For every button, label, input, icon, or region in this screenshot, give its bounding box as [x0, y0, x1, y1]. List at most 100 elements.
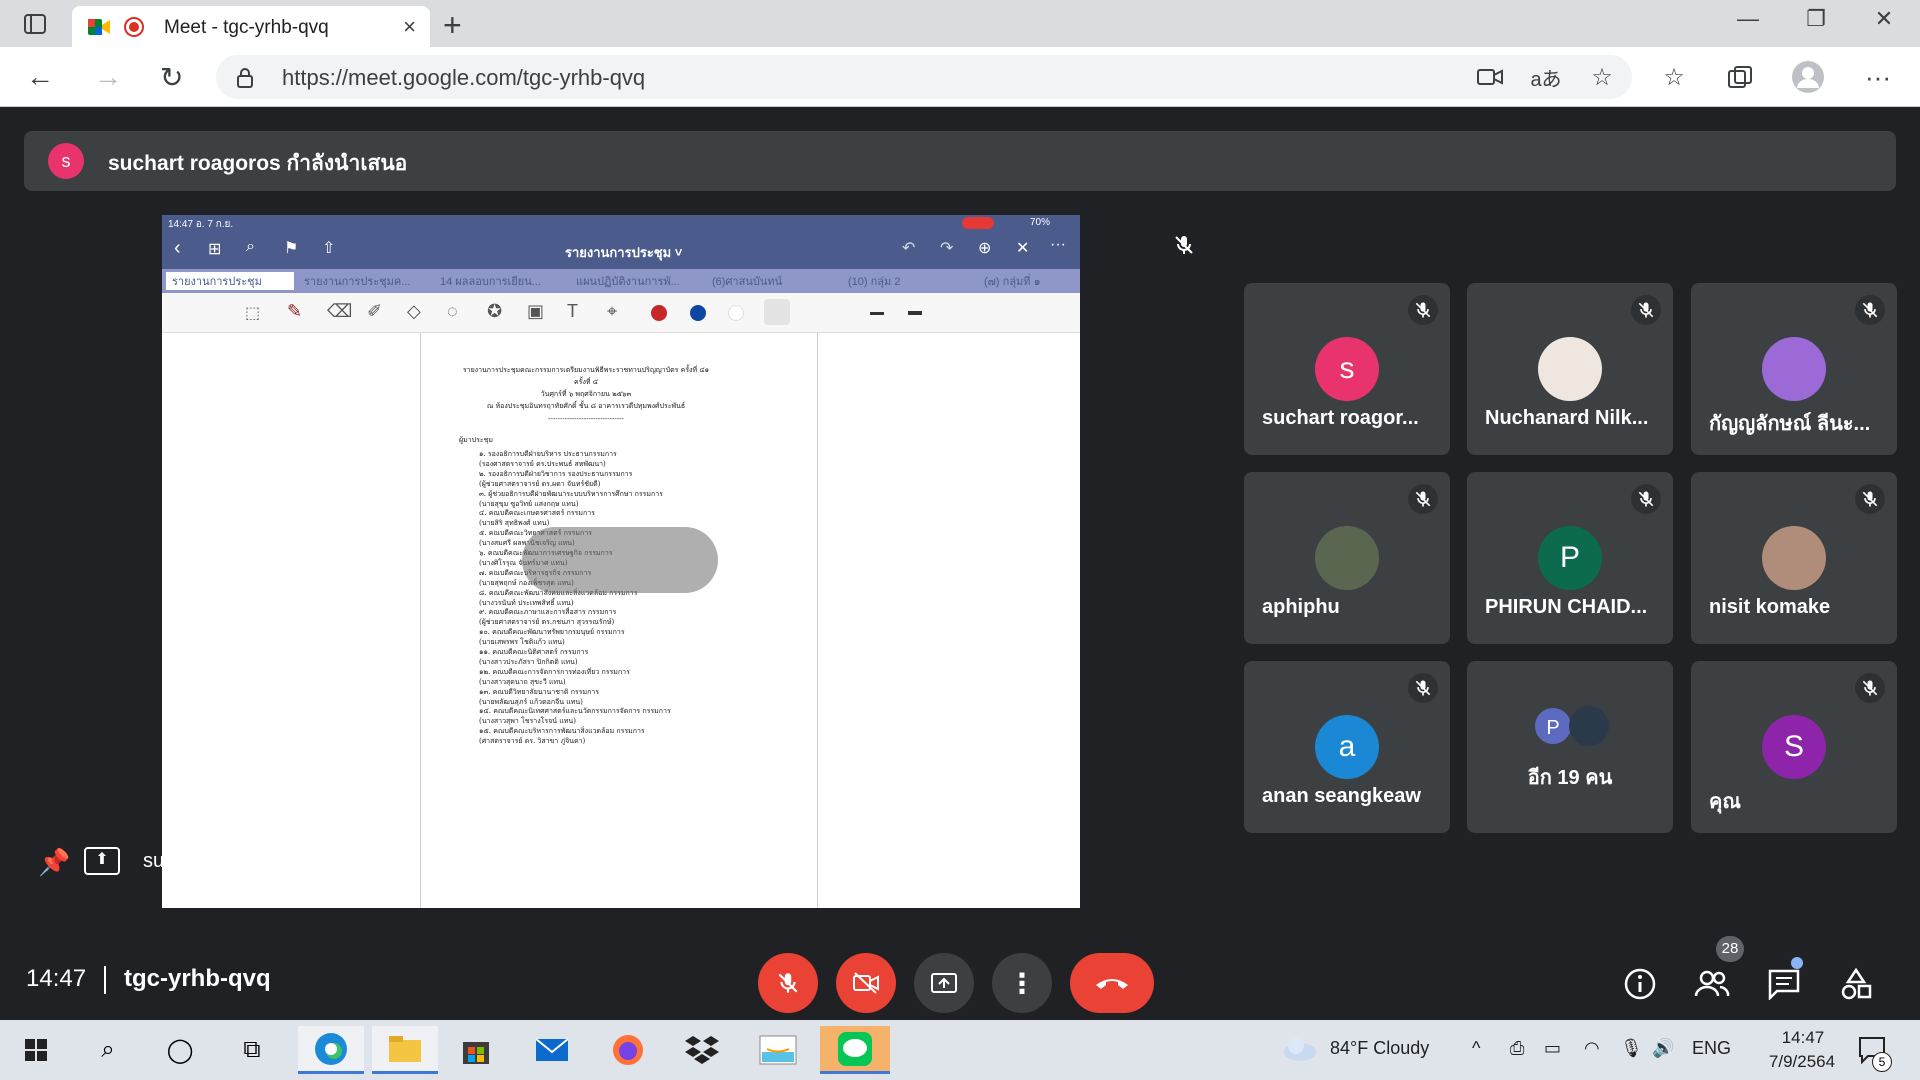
tool-select-icon[interactable]: ⬚: [245, 303, 260, 323]
participant-count-badge: 28: [1716, 936, 1744, 962]
translate-icon[interactable]: aあ: [1526, 57, 1566, 97]
minimize-icon[interactable]: —: [1728, 6, 1768, 32]
ipad-addpage-icon[interactable]: ⊕: [978, 238, 991, 258]
camera-toggle-button[interactable]: [836, 953, 896, 1013]
activities-icon[interactable]: [1832, 960, 1880, 1008]
color-white-swatch[interactable]: [728, 305, 744, 321]
window-close-icon[interactable]: ✕: [1864, 6, 1904, 32]
profile-avatar[interactable]: [1788, 57, 1828, 97]
participant-tile[interactable]: Nuchanard Nilk...: [1467, 283, 1673, 455]
amazon-icon[interactable]: [748, 1026, 808, 1074]
browser-tab-meet[interactable]: Meet - tgc-yrhb-qvq ×: [72, 6, 430, 47]
meet-now-icon[interactable]: ⎙: [1510, 1038, 1524, 1059]
line-app-icon[interactable]: [820, 1026, 890, 1074]
store-icon[interactable]: [446, 1026, 506, 1074]
add-favorite-icon[interactable]: ☆: [1582, 57, 1622, 97]
task-view-icon[interactable]: ⧉: [222, 1026, 282, 1074]
ipad-search-icon[interactable]: ⌕: [246, 238, 255, 256]
ipad-redo-icon[interactable]: ↷: [940, 238, 953, 258]
start-icon[interactable]: [6, 1026, 66, 1074]
new-tab-button[interactable]: +: [443, 7, 462, 44]
color-red-swatch[interactable]: [651, 305, 667, 321]
more-options-button[interactable]: ⋮: [992, 953, 1052, 1013]
reload-icon[interactable]: ↻: [160, 61, 183, 94]
cortana-icon[interactable]: ◯: [150, 1026, 210, 1074]
participant-tile[interactable]: P PHIRUN CHAID...: [1467, 472, 1673, 644]
ipad-back-icon[interactable]: ‹: [174, 237, 181, 260]
close-tab-icon[interactable]: ×: [403, 14, 416, 40]
text-tool-icon[interactable]: T: [567, 301, 578, 322]
stroke-medium[interactable]: [870, 312, 884, 315]
language-indicator[interactable]: ENG: [1692, 1038, 1731, 1059]
participant-tile[interactable]: S คุณ: [1691, 661, 1897, 833]
eraser-icon[interactable]: ⌫: [327, 301, 352, 322]
back-icon[interactable]: ←: [26, 61, 54, 93]
search-icon[interactable]: ⌕: [78, 1026, 138, 1074]
ipad-doc-title[interactable]: รายงานการประชุม ˅: [565, 242, 682, 263]
battery-icon[interactable]: ▭: [1544, 1038, 1561, 1059]
ipad-tab[interactable]: (๗) กลุ่มที่ ๑: [984, 272, 1076, 290]
ipad-close-icon[interactable]: ✕: [1016, 238, 1029, 258]
tray-overflow-icon[interactable]: ^: [1472, 1038, 1480, 1059]
wifi-icon[interactable]: ◠: [1584, 1038, 1600, 1059]
mail-icon[interactable]: [522, 1026, 582, 1074]
tab-actions-button[interactable]: [18, 11, 52, 37]
ipad-undo-icon[interactable]: ↶: [902, 238, 915, 258]
more-menu-icon[interactable]: ···: [1858, 57, 1898, 97]
participant-tile[interactable]: aphiphu: [1244, 472, 1450, 644]
image-tool-icon[interactable]: ▣: [527, 301, 544, 322]
url-input[interactable]: https://meet.google.com/tgc-yrhb-qvq aあ …: [216, 55, 1632, 99]
camera-in-use-icon[interactable]: [1470, 57, 1510, 97]
participant-avatar: P: [1538, 526, 1602, 590]
weather-text[interactable]: 84°F Cloudy: [1330, 1038, 1429, 1059]
shape-tool-icon[interactable]: ◇: [407, 301, 421, 322]
favorites-icon[interactable]: ☆: [1654, 57, 1694, 97]
stroke-thick[interactable]: [908, 311, 922, 315]
ipad-tab[interactable]: แผนปฏิบัติงานการพั...: [576, 272, 702, 290]
participant-tile[interactable]: a anan seangkeaw: [1244, 661, 1450, 833]
volume-icon[interactable]: 🔊: [1652, 1038, 1674, 1059]
ipad-bookmark-icon[interactable]: ⚑: [284, 238, 298, 258]
edge-icon[interactable]: [298, 1026, 364, 1074]
participant-tile[interactable]: s suchart roagor...: [1244, 283, 1450, 455]
pin-icon[interactable]: 📌: [38, 847, 70, 878]
forward-icon[interactable]: →: [94, 61, 122, 93]
participant-name: คุณ: [1709, 791, 1741, 813]
leave-call-button[interactable]: [1070, 953, 1154, 1013]
ipad-tab[interactable]: รายงานการประชุม: [166, 272, 294, 290]
highlighter-icon[interactable]: ✐: [367, 301, 382, 322]
laser-icon[interactable]: ⌖: [607, 301, 617, 322]
weather-cloud-icon[interactable]: [1282, 1036, 1318, 1067]
pen-tool-icon[interactable]: ✎: [287, 301, 302, 322]
mic-toggle-button[interactable]: [758, 953, 818, 1013]
ipad-tab[interactable]: รายงานการประชุมค...: [304, 272, 430, 290]
lasso-icon[interactable]: ◌: [447, 301, 458, 322]
ipad-grid-icon[interactable]: ⊞: [208, 239, 221, 259]
present-now-button[interactable]: [914, 953, 974, 1013]
ipad-tab[interactable]: 14 ผลลอบการเยียน...: [440, 272, 566, 290]
restore-icon[interactable]: ❐: [1796, 6, 1836, 32]
dropbox-icon[interactable]: [672, 1026, 732, 1074]
collections-icon[interactable]: [1720, 57, 1760, 97]
divider: [104, 966, 106, 994]
firefox-icon[interactable]: [598, 1026, 658, 1074]
participant-tile[interactable]: P อีก 19 คน: [1467, 661, 1673, 833]
color-blue-swatch[interactable]: [690, 305, 706, 321]
clock-time[interactable]: 14:47: [1768, 1028, 1838, 1048]
stroke-thin[interactable]: [764, 299, 790, 325]
participant-tile[interactable]: กัญญลักษณ์ ลีนะ...: [1691, 283, 1897, 455]
present-icon[interactable]: ⬆: [84, 847, 120, 875]
ipad-share-icon[interactable]: ⇧: [322, 238, 335, 258]
file-explorer-icon[interactable]: [372, 1026, 438, 1074]
ipad-tab[interactable]: (10) กลุ่ม 2: [848, 272, 974, 290]
meeting-details-icon[interactable]: [1616, 960, 1664, 1008]
ipad-more-icon[interactable]: ···: [1050, 236, 1066, 254]
mic-off-icon: [1408, 295, 1438, 325]
microphone-icon[interactable]: 🎙: [1620, 1038, 1643, 1059]
lock-icon[interactable]: [236, 67, 254, 89]
people-icon[interactable]: [1688, 960, 1736, 1008]
sticker-icon[interactable]: ✪: [487, 301, 502, 322]
clock-date[interactable]: 7/9/2564: [1752, 1052, 1852, 1072]
participant-tile[interactable]: nisit komake: [1691, 472, 1897, 644]
ipad-tab[interactable]: (6)ศาสนบันทน์: [712, 272, 838, 290]
